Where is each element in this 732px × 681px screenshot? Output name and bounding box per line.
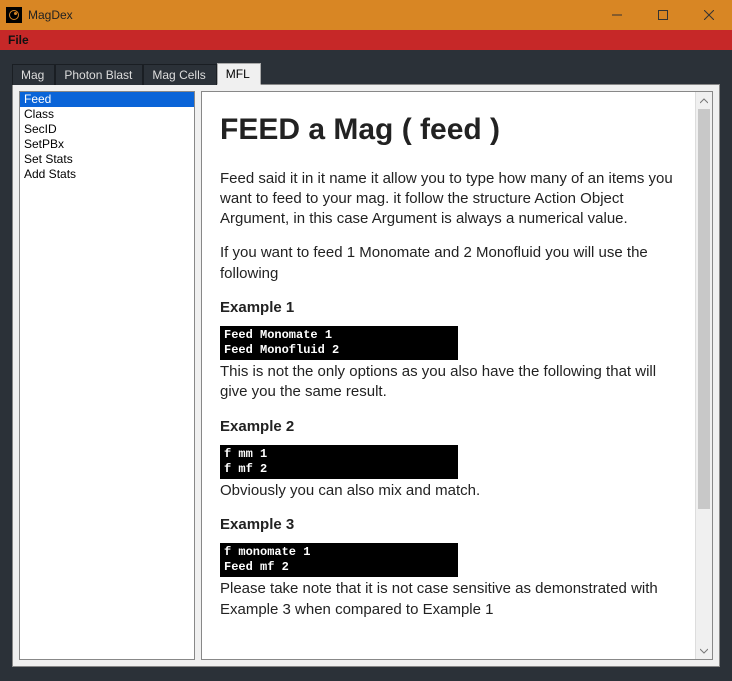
list-item[interactable]: SetPBx: [20, 137, 194, 152]
tab-photon-blast[interactable]: Photon Blast: [55, 64, 143, 85]
document-pane: FEED a Mag ( feed ) Feed said it in it n…: [201, 91, 713, 660]
example-3-code: f monomate 1 Feed mf 2: [220, 543, 458, 577]
maximize-icon: [658, 10, 668, 20]
list-item[interactable]: Set Stats: [20, 152, 194, 167]
minimize-button[interactable]: [594, 0, 640, 30]
minimize-icon: [612, 10, 622, 20]
window-controls: [594, 0, 732, 30]
client-area: Mag Photon Blast Mag Cells MFL Feed Clas…: [0, 50, 732, 681]
title-bar[interactable]: MagDex: [0, 0, 732, 30]
intro-paragraph-2: If you want to feed 1 Monomate and 2 Mon…: [220, 243, 677, 284]
example-2-note: Obviously you can also mix and match.: [220, 481, 677, 501]
list-item[interactable]: Class: [20, 107, 194, 122]
list-item[interactable]: SecID: [20, 122, 194, 137]
example-1-heading: Example 1: [220, 298, 677, 318]
close-icon: [704, 10, 714, 20]
list-item[interactable]: Feed: [20, 92, 194, 107]
scroll-down-arrow[interactable]: [696, 642, 712, 659]
example-2-code: f mm 1 f mf 2: [220, 445, 458, 479]
list-item[interactable]: Add Stats: [20, 167, 194, 182]
example-3-note: Please take note that it is not case sen…: [220, 579, 677, 620]
menu-bar: File: [0, 30, 732, 50]
tab-mfl[interactable]: MFL: [217, 63, 261, 85]
intro-paragraph: Feed said it in it name it allow you to …: [220, 169, 677, 230]
close-button[interactable]: [686, 0, 732, 30]
chevron-up-icon: [700, 97, 708, 105]
example-1-code: Feed Monomate 1 Feed Monofluid 2: [220, 326, 458, 360]
tab-mag[interactable]: Mag: [12, 64, 55, 85]
example-2-heading: Example 2: [220, 417, 677, 437]
tab-page-mfl: Feed Class SecID SetPBx Set Stats Add St…: [12, 84, 720, 667]
menu-file[interactable]: File: [8, 33, 29, 47]
window-title: MagDex: [28, 8, 73, 22]
chevron-down-icon: [700, 647, 708, 655]
example-1-note: This is not the only options as you also…: [220, 362, 677, 403]
maximize-button[interactable]: [640, 0, 686, 30]
command-list[interactable]: Feed Class SecID SetPBx Set Stats Add St…: [19, 91, 195, 660]
vertical-scrollbar[interactable]: [695, 92, 712, 659]
scroll-up-arrow[interactable]: [696, 92, 712, 109]
tab-mag-cells[interactable]: Mag Cells: [143, 64, 216, 85]
document-content: FEED a Mag ( feed ) Feed said it in it n…: [202, 92, 695, 659]
page-title: FEED a Mag ( feed ): [220, 110, 677, 151]
tab-strip: Mag Photon Blast Mag Cells MFL: [12, 62, 720, 84]
app-icon: [6, 7, 22, 23]
scroll-thumb[interactable]: [698, 109, 710, 509]
example-3-heading: Example 3: [220, 515, 677, 535]
